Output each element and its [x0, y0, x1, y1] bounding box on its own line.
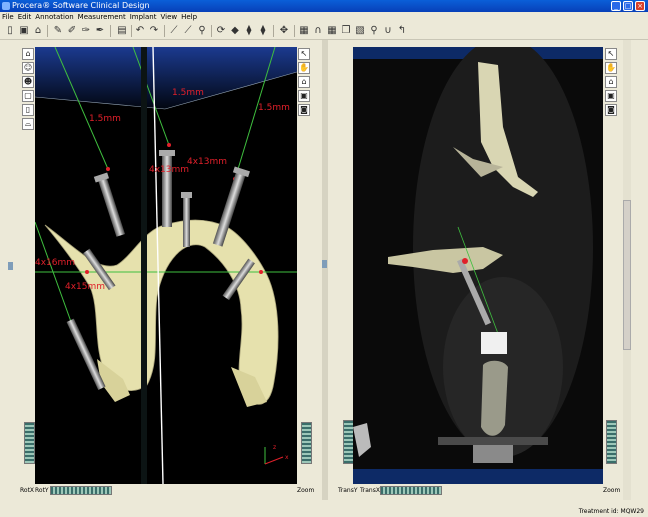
view-right-icon[interactable]: ☻ — [22, 76, 34, 88]
brush-tool-icon[interactable]: ✐ — [66, 25, 78, 37]
annotation-3: 1.5mm — [258, 103, 290, 113]
rotx-label: RotX — [20, 487, 35, 494]
u-tool-icon[interactable]: ∪ — [382, 25, 394, 37]
axis-triad: z x — [264, 444, 289, 465]
pointer-icon[interactable]: ↖ — [605, 48, 617, 60]
redo-icon[interactable]: ↷ — [148, 25, 160, 37]
menu-file[interactable]: File — [0, 12, 16, 22]
wand-icon[interactable]: ⚲ — [196, 25, 208, 37]
hand-icon[interactable]: ✋ — [605, 62, 617, 74]
right-edge-scrollbar[interactable] — [623, 40, 631, 500]
rot-horizontal-slider[interactable] — [50, 486, 112, 495]
left-side-toolbar: ⌂ ☺ ☻ ▢ ▯ ⌓ — [22, 48, 36, 132]
implant-adjust-icon[interactable]: ⟋ — [182, 25, 194, 37]
menu-annotation[interactable]: Annotation — [33, 12, 75, 22]
implant-3d-render: 1.5mm 1.5mm 1.5mm 4x13mm 4x13mm 4x16mm 4… — [35, 47, 297, 484]
left-view-tools: ↖ ✋ ⌂ ▣ ◙ — [298, 48, 312, 118]
box-icon[interactable]: ▣ — [605, 90, 617, 102]
rotate-view-icon[interactable]: ⟳ — [215, 25, 227, 37]
arch-icon[interactable]: ∩ — [312, 25, 324, 37]
hand-icon[interactable]: ✋ — [298, 62, 310, 74]
copy-icon[interactable]: ❐ — [340, 25, 352, 37]
right-ct-slice-viewport[interactable] — [353, 47, 603, 484]
implant-tool-icon[interactable]: ⟋ — [168, 25, 180, 37]
hook-icon[interactable]: ↰ — [396, 25, 408, 37]
tooth-root — [481, 360, 508, 436]
right-panel: ↖ ✋ ⌂ ▣ ◙ TransY TransX Zoom — [330, 40, 622, 500]
box-icon[interactable]: ▣ — [298, 90, 310, 102]
roty-label: RotY — [35, 487, 49, 494]
zoom-label: Zoom — [603, 487, 621, 494]
maximize-button[interactable]: □ — [623, 1, 633, 11]
panel-splitter[interactable] — [322, 40, 328, 500]
left-3d-viewport[interactable]: 1.5mm 1.5mm 1.5mm 4x13mm 4x13mm 4x16mm 4… — [35, 47, 297, 484]
implant-edit-icon[interactable]: ⧫ — [257, 25, 269, 37]
scrollbar-thumb[interactable] — [623, 200, 631, 350]
implant-2[interactable] — [159, 150, 175, 227]
annotation-5: 4x13mm — [149, 165, 189, 175]
layer2-icon[interactable]: ▦ — [326, 25, 338, 37]
annotation-4: 4x13mm — [187, 157, 227, 167]
pointer-icon[interactable]: ↖ — [298, 48, 310, 60]
tooth-icon[interactable]: ⚲ — [368, 25, 380, 37]
annotation-6: 4x16mm — [35, 258, 75, 268]
view-bottom-icon[interactable]: ⌓ — [22, 118, 34, 130]
transy-label: TransY — [338, 487, 358, 494]
menu-bar: File Edit Annotation Measurement Implant View… — [0, 12, 648, 22]
new-icon[interactable]: ▯ — [4, 25, 16, 37]
view-left-icon[interactable]: ☺ — [22, 62, 34, 74]
view-front-icon[interactable]: ⌂ — [22, 48, 34, 60]
annotation-2: 1.5mm — [172, 88, 204, 98]
left-collapse-arrow-icon[interactable] — [8, 262, 13, 270]
layer3-icon[interactable]: ▧ — [354, 25, 366, 37]
camera-icon[interactable]: ◙ — [605, 104, 617, 116]
annotation-7: 4x15mm — [65, 282, 105, 292]
home-icon[interactable]: ⌂ — [298, 76, 310, 88]
knife-tool-icon[interactable]: ✑ — [80, 25, 92, 37]
view-top-icon[interactable]: ▢ — [22, 90, 34, 102]
toolbar: ▯ ▣ ⌂ ✎ ✐ ✑ ✒ ▤ ↶ ↷ ⟋ ⟋ ⚲ ⟳ ◆ ⧫ ⧫ ✥ ▦ ∩ … — [0, 23, 648, 40]
app-icon — [2, 2, 10, 10]
left-panel: ⌂ ☺ ☻ ▢ ▯ ⌓ ↖ ✋ ⌂ ▣ ◙ RotX RotY Zoom 1.5… — [0, 40, 320, 500]
menu-measurement[interactable]: Measurement — [76, 12, 128, 22]
title-bar: Procera® Software Clinical Design _ □ × — [0, 0, 648, 12]
transx-label: TransX — [360, 487, 380, 494]
ct-slice-image — [353, 47, 603, 484]
menu-view[interactable]: View — [158, 12, 179, 22]
zoom-label: Zoom — [297, 487, 315, 494]
splitter-arrow-icon[interactable] — [322, 260, 327, 268]
svg-text:x: x — [285, 454, 289, 461]
pan-icon[interactable]: ✥ — [278, 25, 290, 37]
close-button[interactable]: × — [635, 1, 645, 11]
minimize-button[interactable]: _ — [611, 1, 621, 11]
draw-tool-icon[interactable]: ✒ — [94, 25, 106, 37]
home-icon[interactable]: ⌂ — [605, 76, 617, 88]
zoom-vertical-slider[interactable] — [606, 420, 617, 464]
treatment-id: Treatment id: MQW29 — [578, 508, 644, 515]
implant-1[interactable] — [93, 172, 126, 237]
view-tooth-icon[interactable]: ▯ — [22, 104, 34, 116]
camera-icon[interactable]: ◙ — [298, 104, 310, 116]
undo-icon[interactable]: ↶ — [134, 25, 146, 37]
menu-edit[interactable]: Edit — [16, 12, 34, 22]
diamond-icon[interactable]: ◆ — [229, 25, 241, 37]
rot-vertical-slider[interactable] — [24, 422, 35, 464]
implant-place-icon[interactable]: ⧫ — [243, 25, 255, 37]
print-icon[interactable]: ⌂ — [32, 25, 44, 37]
save-icon[interactable]: ▣ — [18, 25, 30, 37]
pen-tool-icon[interactable]: ✎ — [52, 25, 64, 37]
window-title: Procera® Software Clinical Design — [12, 1, 150, 10]
plane-overlay — [35, 47, 297, 109]
svg-text:z: z — [273, 444, 276, 451]
layer1-icon[interactable]: ▦ — [298, 25, 310, 37]
clipboard-icon[interactable]: ▤ — [116, 25, 128, 37]
menu-help[interactable]: Help — [179, 12, 199, 22]
right-view-tools: ↖ ✋ ⌂ ▣ ◙ — [605, 48, 619, 118]
zoom-vertical-slider[interactable] — [301, 422, 312, 464]
annotation-1: 1.5mm — [89, 114, 121, 124]
trans-horizontal-slider[interactable] — [380, 486, 442, 495]
abutment — [481, 332, 507, 354]
menu-implant[interactable]: Implant — [128, 12, 159, 22]
